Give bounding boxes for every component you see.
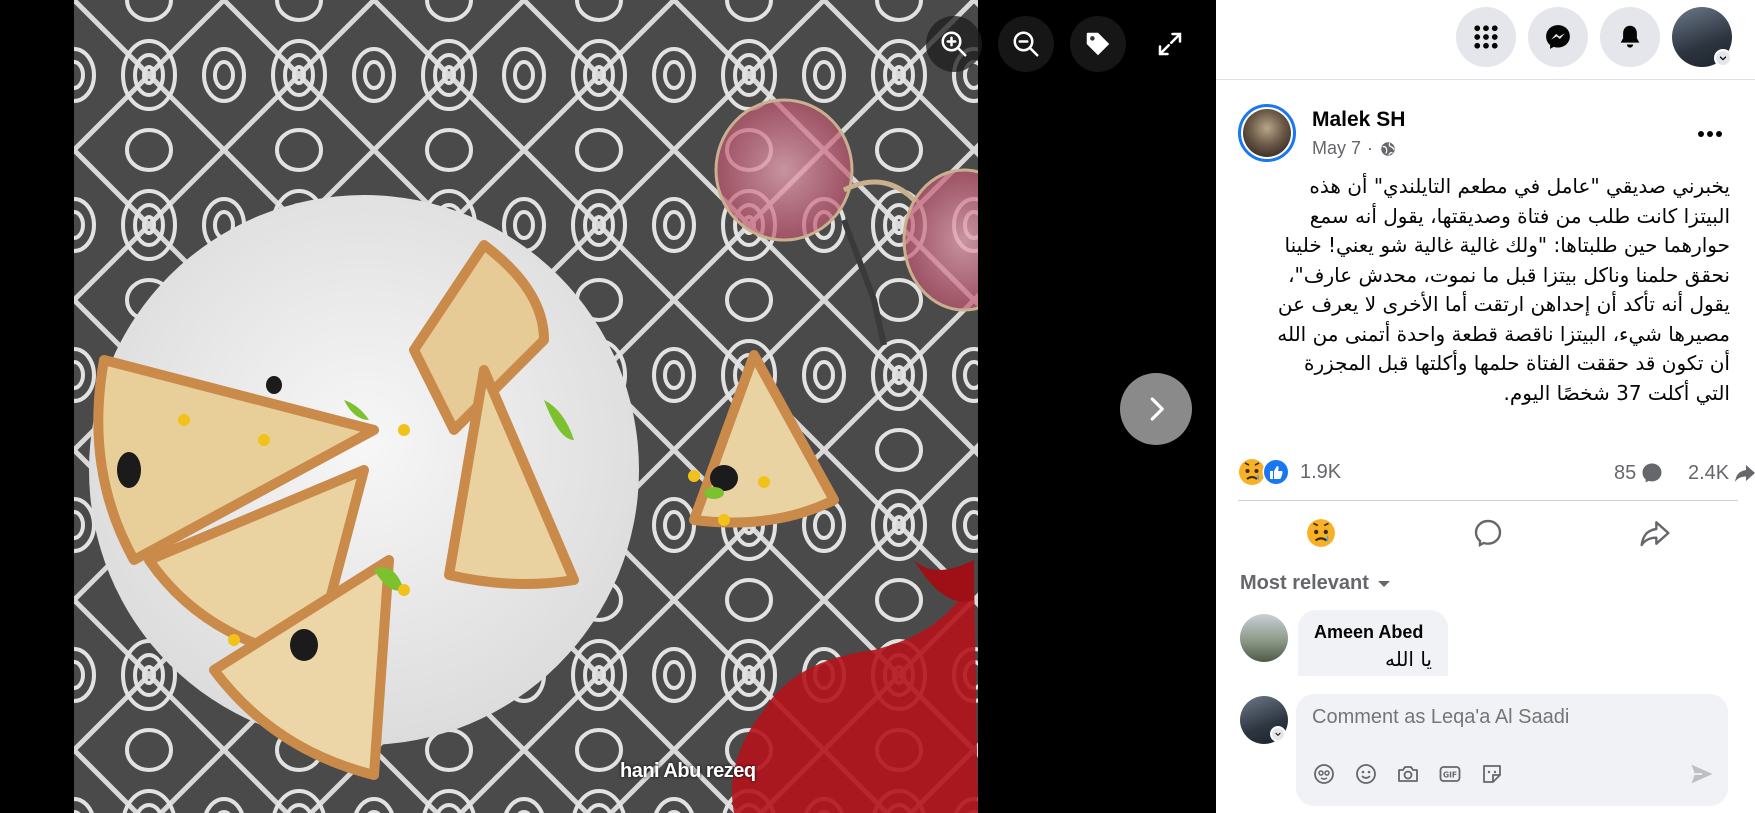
messenger-icon <box>1546 25 1570 49</box>
zoom-out-button[interactable] <box>998 16 1054 72</box>
more-icon <box>1698 131 1722 137</box>
composer-avatar-chevron[interactable] <box>1270 726 1286 742</box>
grid-menu-icon <box>1474 25 1498 49</box>
comment-text: يا الله <box>1384 647 1432 671</box>
reaction-count[interactable]: 1.9K <box>1300 461 1341 484</box>
comment-button[interactable] <box>1405 501 1572 564</box>
tag-photo-button[interactable] <box>1070 16 1126 72</box>
avatar-sticker-button[interactable] <box>1310 760 1338 788</box>
composer-avatar[interactable] <box>1240 696 1288 744</box>
svg-text:GIF: GIF <box>1443 771 1457 780</box>
send-comment-button[interactable] <box>1688 760 1716 788</box>
meta-separator: · <box>1367 138 1374 158</box>
comment-sort-dropdown[interactable]: Most relevant <box>1240 572 1391 595</box>
avatar-sticker-icon <box>1314 764 1334 784</box>
next-photo-button[interactable] <box>1120 373 1192 445</box>
post-action-bar <box>1238 500 1738 564</box>
composer-tools: GIF <box>1310 760 1506 788</box>
post-date[interactable]: May 7 <box>1312 138 1361 159</box>
emoji-button[interactable] <box>1352 760 1380 788</box>
share-button[interactable] <box>1571 501 1738 564</box>
comment-icon <box>1642 463 1662 483</box>
share-icon <box>1735 465 1755 482</box>
chevron-right-icon <box>1150 397 1164 421</box>
comment-bubble: Ameen Abed يا الله <box>1298 610 1448 676</box>
post-header: Malek SH May 7 · <box>1238 104 1738 164</box>
share-count-value: 2.4K <box>1688 461 1730 484</box>
comment-count-value: 85 <box>1614 461 1637 484</box>
author-avatar[interactable] <box>1238 104 1296 162</box>
commenter-avatar[interactable] <box>1240 614 1288 662</box>
comment-outline-icon <box>1474 519 1502 547</box>
account-chevron[interactable] <box>1714 49 1732 67</box>
bell-icon <box>1620 25 1640 48</box>
photo-watermark: hani Abu rezeq <box>620 760 756 782</box>
notifications-button[interactable] <box>1600 7 1660 67</box>
chevron-down-icon <box>1275 732 1281 737</box>
account-avatar-button[interactable] <box>1672 7 1732 67</box>
pizza-photo-illustration <box>74 0 978 813</box>
author-name[interactable]: Malek SH <box>1312 108 1405 132</box>
comment-composer: GIF <box>1296 694 1728 806</box>
top-bar <box>1216 0 1755 80</box>
comment-item: Ameen Abed يا الله <box>1240 610 1720 676</box>
react-button[interactable] <box>1238 501 1405 564</box>
chevron-down-icon <box>1719 56 1727 61</box>
share-count[interactable]: 2.4K <box>1688 461 1755 485</box>
more-options-button[interactable] <box>1690 116 1730 152</box>
zoom-out-icon <box>1013 31 1039 57</box>
menu-button[interactable] <box>1456 7 1516 67</box>
messenger-button[interactable] <box>1528 7 1588 67</box>
comment-sort-label: Most relevant <box>1240 572 1369 594</box>
sad-reaction-icon <box>1239 459 1265 485</box>
sad-reaction-icon <box>1307 518 1336 547</box>
commenter-name[interactable]: Ameen Abed <box>1314 622 1432 643</box>
fullscreen-button[interactable] <box>1142 16 1198 72</box>
camera-button[interactable] <box>1394 760 1422 788</box>
sticker-button[interactable] <box>1478 760 1506 788</box>
share-outline-icon <box>1640 520 1670 546</box>
post-meta: May 7 · <box>1312 138 1397 159</box>
photo-viewer: hani Abu rezeq <box>0 0 1216 813</box>
tag-icon <box>1086 32 1110 56</box>
reaction-icons[interactable] <box>1238 457 1294 487</box>
gif-button[interactable]: GIF <box>1436 760 1464 788</box>
emoji-icon <box>1356 764 1376 784</box>
gif-icon: GIF <box>1439 766 1461 782</box>
post-side-panel: Malek SH May 7 · يخبرني صديقي "عامل في م… <box>1216 0 1755 813</box>
like-reaction-icon <box>1262 458 1290 486</box>
post-text: يخبرني صديقي "عامل في مطعم التايلندي" أن… <box>1277 174 1730 405</box>
zoom-in-icon <box>941 31 967 57</box>
caret-down-icon <box>1377 580 1390 587</box>
comment-input[interactable] <box>1312 706 1712 729</box>
globe-icon <box>1381 141 1395 156</box>
fullscreen-icon <box>1158 32 1182 56</box>
send-icon <box>1691 764 1713 784</box>
comment-count[interactable]: 85 <box>1614 461 1664 485</box>
post-photo <box>74 0 978 813</box>
zoom-in-button[interactable] <box>926 16 982 72</box>
sticker-icon <box>1483 765 1501 783</box>
camera-icon <box>1398 766 1418 782</box>
reactions-summary: 1.9K 85 2.4K <box>1238 455 1755 491</box>
